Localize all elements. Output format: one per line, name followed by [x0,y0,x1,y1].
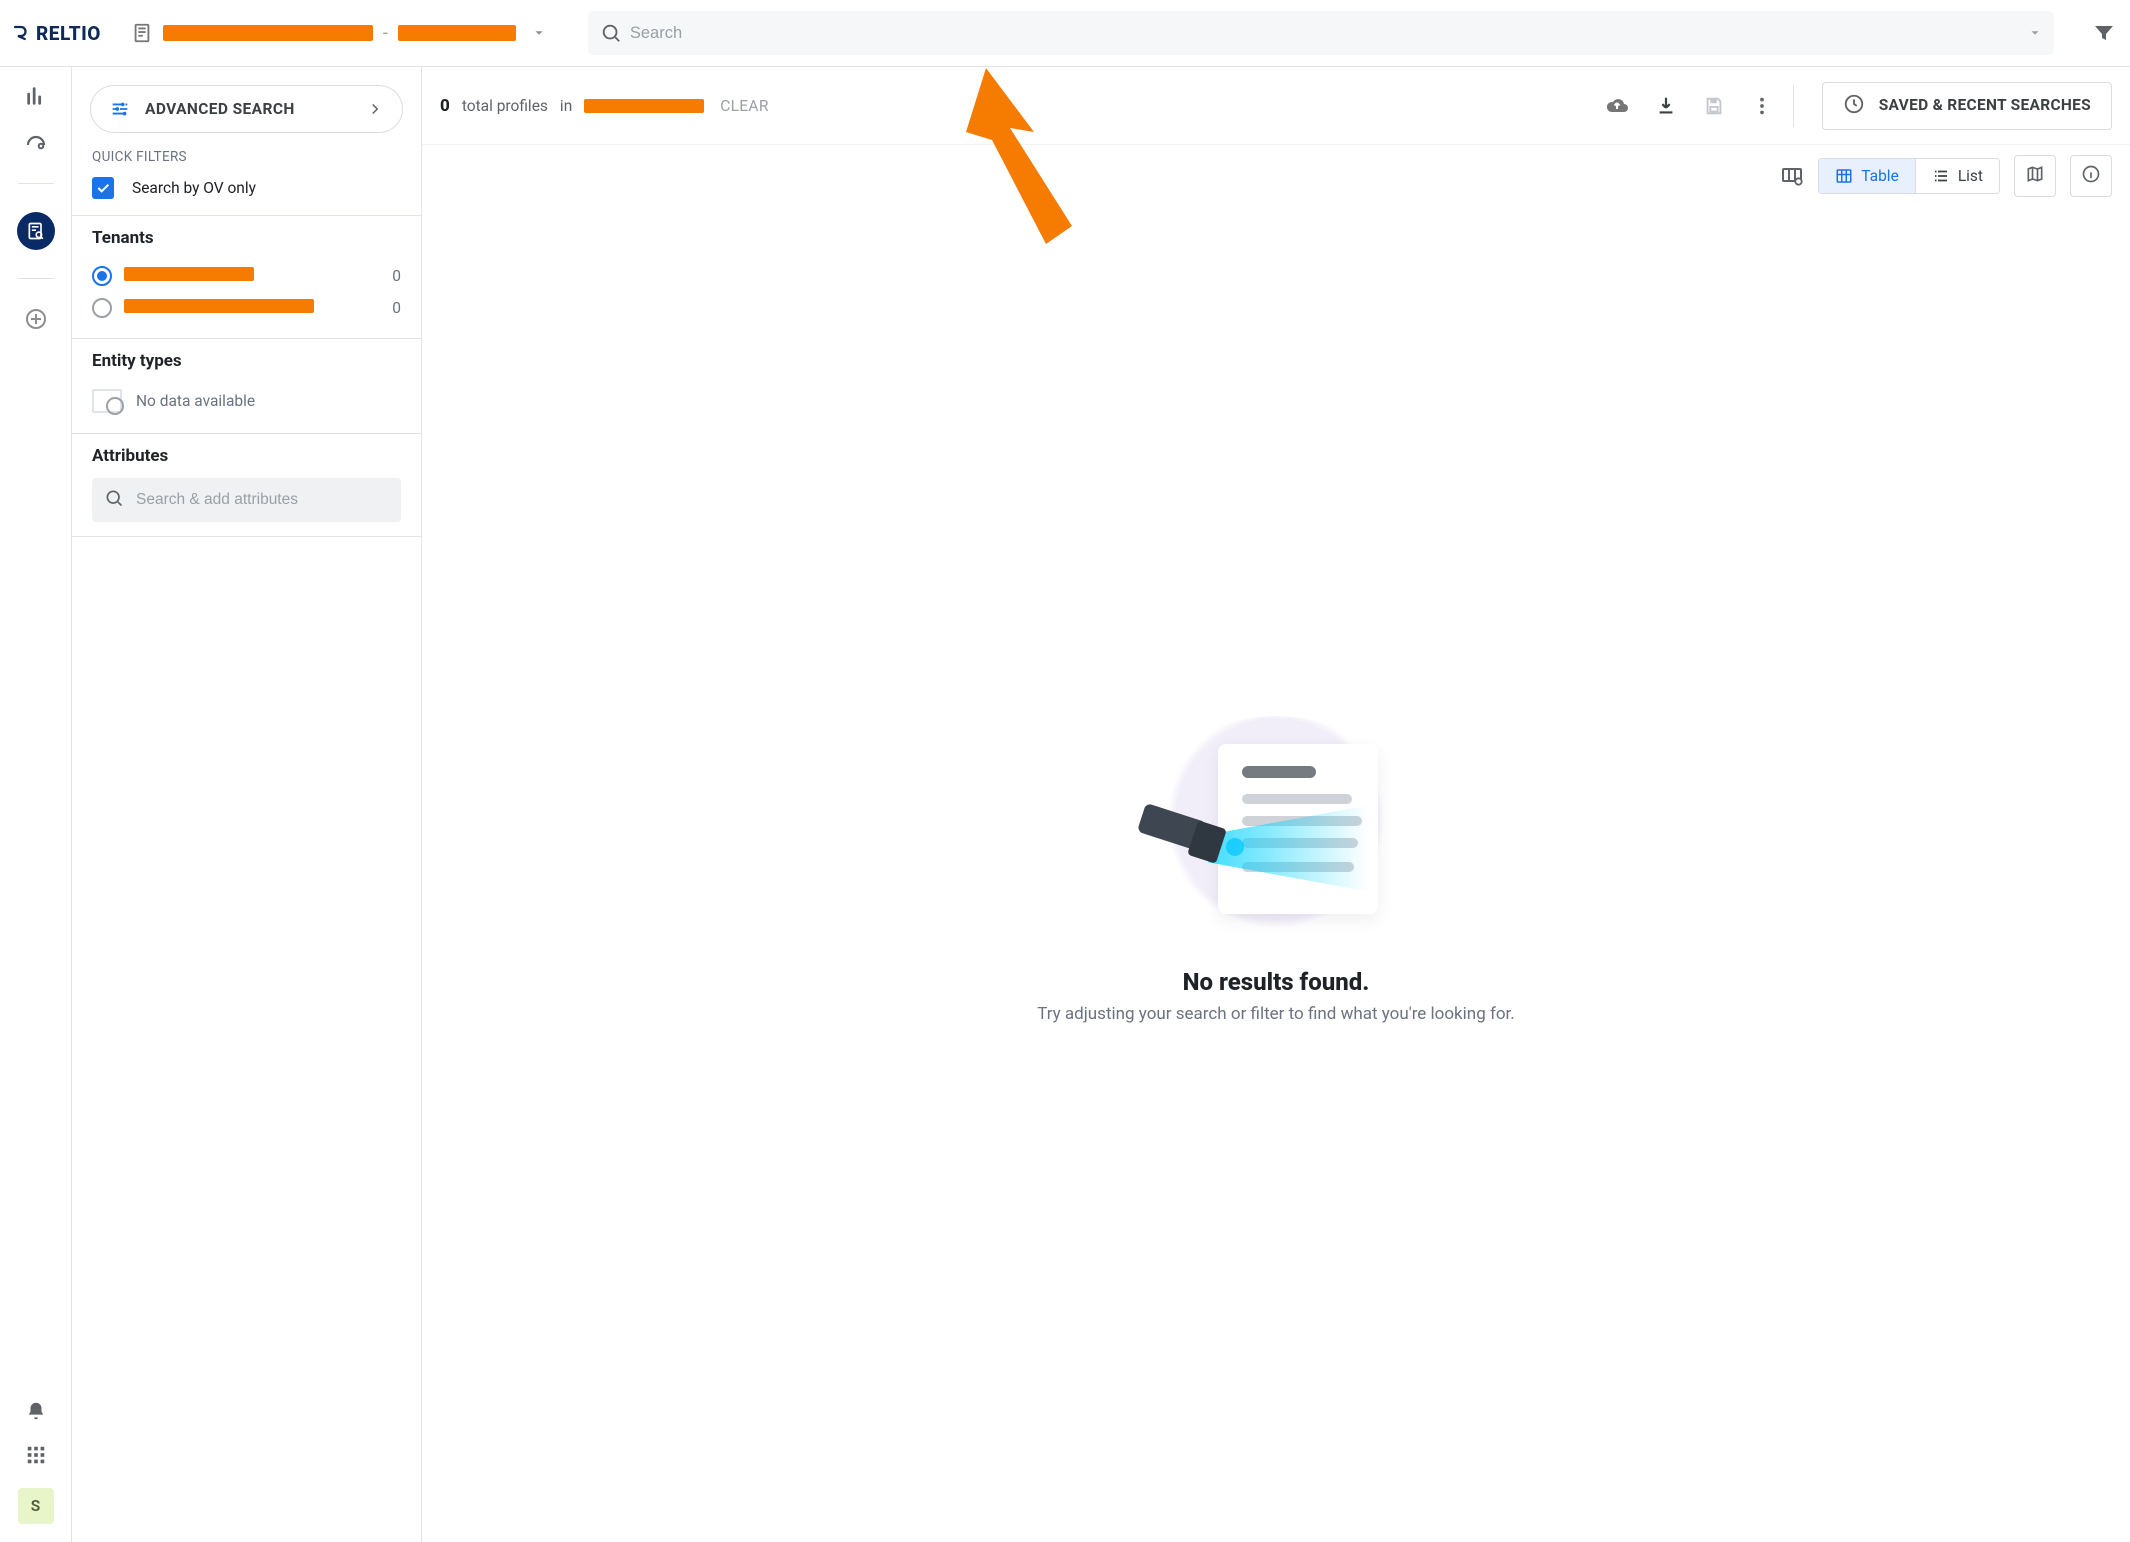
tenant-option-1-count: 0 [392,299,401,317]
search-icon [104,488,124,512]
view-list-label: List [1958,167,1983,185]
results-count: 0 [440,96,450,116]
main-area: S ADVANCED SEARCH QUICK FILTERS Search b… [0,67,2130,1542]
info-icon [2081,164,2101,188]
tenant-option-0[interactable]: 0 [92,260,401,292]
tenant-icon [131,22,153,44]
entity-types-heading: Entity types [92,351,401,371]
more-vert-icon[interactable] [1751,95,1773,117]
advanced-search-button[interactable]: ADVANCED SEARCH [90,85,403,133]
checkbox-checked-icon[interactable] [92,177,114,199]
quick-filters-heading: QUICK FILTERS [72,145,421,173]
apps-grid-icon[interactable] [25,1444,47,1466]
tenant-option-0-count: 0 [392,267,401,285]
list-icon [1932,167,1950,185]
global-search[interactable] [588,11,2054,55]
attributes-search[interactable] [92,478,401,522]
view-toggle: Table List [1818,158,2000,194]
attributes-heading: Attributes [92,446,401,466]
filter-funnel-icon[interactable] [2092,21,2116,45]
brand-name: RELTIO [36,22,101,45]
tenant-option-1[interactable]: 0 [92,292,401,324]
download-icon[interactable] [1655,95,1677,117]
avatar-initial: S [31,1497,40,1515]
tenant-switcher[interactable]: - [131,22,546,44]
tune-icon [109,98,131,120]
map-view-button[interactable] [2014,155,2056,197]
upload-cloud-icon[interactable] [1605,94,1629,118]
saved-recent-searches-label: SAVED & RECENT SEARCHES [1879,96,2091,115]
filter-panel: ADVANCED SEARCH QUICK FILTERS Search by … [72,67,422,1542]
top-bar: RELTIO - [0,0,2130,67]
view-list-button[interactable]: List [1915,159,1999,193]
clear-search-button[interactable]: CLEAR [720,97,768,115]
results-count-text-b: in [560,97,572,115]
gauge-icon[interactable] [24,131,48,155]
radio-icon[interactable] [92,298,112,318]
results-count-text-a: total profiles [462,97,548,115]
search-page-icon[interactable] [17,212,55,250]
history-icon [1843,93,1865,119]
empty-thumb-icon [92,389,122,413]
analytics-icon[interactable] [25,85,47,107]
search-icon [600,22,622,44]
columns-settings-icon[interactable] [1780,164,1804,188]
saved-recent-searches-button[interactable]: SAVED & RECENT SEARCHES [1822,82,2112,130]
view-table-button[interactable]: Table [1819,159,1915,193]
table-icon [1835,167,1853,185]
toolbar-divider [1793,85,1794,127]
empty-illustration [1146,716,1406,946]
empty-title: No results found. [1183,968,1370,996]
view-table-label: Table [1861,167,1899,185]
search-input[interactable] [622,18,2020,49]
view-controls: Table List [422,145,2130,197]
empty-state: No results found. Try adjusting your sea… [422,197,2130,1542]
tenant-name-part-1 [163,25,373,41]
attributes-search-input[interactable] [134,490,389,510]
tenants-heading: Tenants [92,228,401,248]
search-by-ov-only-row[interactable]: Search by OV only [72,173,421,215]
save-icon[interactable] [1703,95,1725,117]
tenant-separator: - [383,23,388,44]
info-button[interactable] [2070,155,2112,197]
tenant-option-1-label [124,299,314,313]
tenant-option-0-label [124,267,254,281]
results-area: 0 total profiles in CLEAR [422,67,2130,1542]
bell-icon[interactable] [25,1400,47,1422]
tenant-name-part-2 [398,25,516,41]
results-header: 0 total profiles in CLEAR [422,67,2130,145]
entity-types-empty: No data available [92,383,401,419]
left-nav-rail: S [0,67,72,1542]
add-icon[interactable] [24,307,48,331]
search-dropdown-icon[interactable] [2028,26,2042,40]
chevron-right-icon [366,100,384,118]
chevron-down-icon [532,26,546,40]
no-data-label: No data available [136,392,255,410]
empty-subtitle: Try adjusting your search or filter to f… [1037,1004,1515,1024]
brand-logo[interactable]: RELTIO [8,22,115,45]
advanced-search-label: ADVANCED SEARCH [145,100,295,118]
user-avatar[interactable]: S [18,1488,54,1524]
radio-selected-icon[interactable] [92,266,112,286]
search-by-ov-only-label: Search by OV only [132,179,256,197]
map-icon [2025,164,2045,188]
results-tenant-name [584,99,704,113]
